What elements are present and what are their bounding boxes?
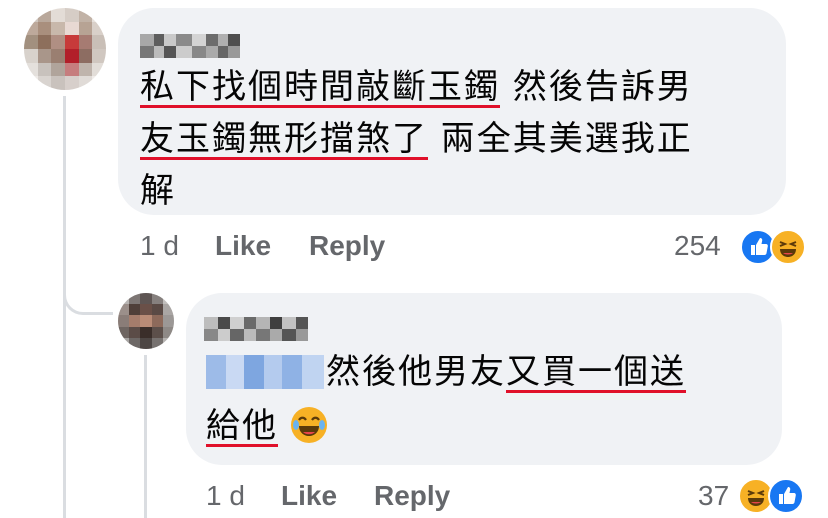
- reply-text-line-1: 然後他男友又買一個送: [326, 347, 686, 397]
- comment-text: 然後告訴男: [500, 67, 693, 107]
- reply-commenter-avatar[interactable]: [118, 293, 174, 349]
- comment-bubble: 私下找個時間敲斷玉鐲 然後告訴男 友玉鐲無形擋煞了 兩全其美選我正 解: [118, 8, 786, 215]
- laughing-reaction-icon: [770, 229, 806, 265]
- like-button[interactable]: Like: [215, 230, 271, 262]
- reply-text: 然後他男友: [326, 352, 506, 392]
- reply-like-button[interactable]: Like: [281, 480, 337, 512]
- blurred-mention-tag[interactable]: [206, 355, 324, 389]
- tears-of-joy-emoji: [290, 407, 327, 443]
- comment-text: 解: [140, 171, 176, 211]
- blurred-commenter-name-row2: [140, 46, 240, 58]
- reply-timestamp[interactable]: 1 d: [206, 480, 245, 511]
- reply-meta-row: 1 d: [206, 480, 245, 512]
- comment-text: 兩全其美選我正: [428, 119, 693, 159]
- reaction-count[interactable]: 254: [674, 230, 721, 262]
- thread-reply-connector: [63, 262, 113, 315]
- blurred-reply-commenter-name[interactable]: [204, 317, 308, 329]
- commenter-avatar[interactable]: [24, 8, 106, 90]
- comment-text-line-1: 私下找個時間敲斷玉鐲 然後告訴男: [140, 62, 693, 112]
- reply-reaction-count[interactable]: 37: [698, 480, 729, 512]
- blurred-reply-commenter-name-row2: [204, 329, 308, 341]
- reply-button[interactable]: Reply: [309, 230, 385, 262]
- reply-text-line-2: 給他: [206, 401, 327, 451]
- highlighted-text: 友玉鐲無形擋煞了: [140, 119, 428, 159]
- comment-text-line-3: 解: [140, 166, 176, 216]
- reply-reply-button[interactable]: Reply: [374, 480, 450, 512]
- blurred-commenter-name[interactable]: [140, 34, 240, 46]
- highlighted-text: 又買一個送: [506, 352, 686, 392]
- comment-text-line-2: 友玉鐲無形擋煞了 兩全其美選我正: [140, 114, 693, 164]
- reply-bubble: 然後他男友又買一個送 給他: [186, 293, 782, 465]
- highlighted-text: 私下找個時間敲斷玉鐲: [140, 67, 500, 107]
- comment-meta-row: 1 d: [140, 230, 179, 262]
- comment-timestamp[interactable]: 1 d: [140, 230, 179, 261]
- highlighted-text: 給他: [206, 406, 278, 446]
- thread-line-continuation: [63, 312, 66, 518]
- thumbs-up-reaction-icon: [768, 478, 804, 514]
- reply-thread-line: [144, 355, 147, 518]
